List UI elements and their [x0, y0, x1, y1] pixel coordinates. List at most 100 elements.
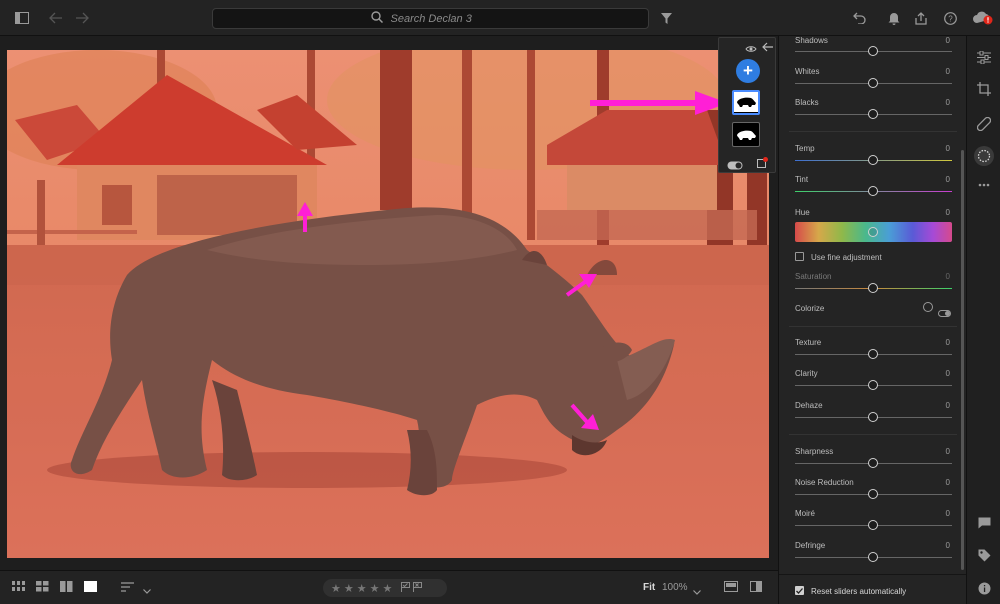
healing-icon[interactable]: [975, 115, 993, 133]
slider-thumb[interactable]: [868, 520, 878, 530]
panel-scrollbar[interactable]: [961, 150, 964, 570]
rating-control[interactable]: ★ ★ ★ ★ ★: [323, 579, 447, 597]
undo-icon[interactable]: [849, 8, 869, 28]
zoom-value[interactable]: 100%: [662, 582, 688, 593]
mask-toggle-icon[interactable]: [727, 157, 743, 175]
zoom-chevron-icon[interactable]: [693, 584, 701, 598]
collapse-arrow-icon[interactable]: [762, 39, 774, 57]
slider-thumb[interactable]: [868, 186, 878, 196]
slider-thumb[interactable]: [868, 109, 878, 119]
bottom-bar: ★ ★ ★ ★ ★ Fit 100%: [0, 570, 778, 604]
slider-value-dehaze: 0: [945, 401, 950, 410]
hue-slider[interactable]: [795, 222, 952, 242]
slider-sharpness[interactable]: [795, 458, 952, 468]
fit-label[interactable]: Fit: [643, 582, 655, 593]
slider-blacks[interactable]: [795, 109, 952, 119]
slider-value-temp: 0: [945, 144, 950, 153]
single-view-icon[interactable]: [84, 581, 97, 595]
slider-shadows[interactable]: [795, 46, 952, 56]
forward-arrow-icon[interactable]: [72, 8, 92, 28]
slider-thumb[interactable]: [868, 78, 878, 88]
edit-sliders-icon[interactable]: [975, 48, 993, 66]
slider-thumb[interactable]: [868, 458, 878, 468]
square-grid-icon[interactable]: [36, 581, 49, 595]
before-after-icon[interactable]: [724, 581, 738, 595]
cloud-sync-icon[interactable]: [970, 8, 996, 28]
slider-texture[interactable]: [795, 349, 952, 359]
search-input[interactable]: [390, 12, 491, 25]
compare-view-icon[interactable]: [60, 581, 73, 595]
slider-label-sharpness: Sharpness: [795, 447, 834, 456]
share-icon[interactable]: [911, 8, 931, 28]
slider-label-temp: Temp: [795, 144, 815, 153]
divider: [789, 434, 957, 435]
slider-defringe[interactable]: [795, 552, 952, 562]
slider-value-noise-reduction: 0: [945, 478, 950, 487]
masking-icon[interactable]: [974, 146, 994, 166]
slider-thumb[interactable]: [868, 552, 878, 562]
back-arrow-icon[interactable]: [46, 8, 66, 28]
info-icon[interactable]: [975, 579, 993, 597]
slider-clarity[interactable]: [795, 380, 952, 390]
comment-icon[interactable]: [975, 514, 993, 532]
reset-sliders-checkbox[interactable]: [795, 586, 804, 595]
grid-view-icon[interactable]: [12, 581, 25, 595]
new-mask-icon[interactable]: [757, 155, 768, 173]
slider-tint[interactable]: [795, 186, 952, 196]
mask-thumb-2[interactable]: [732, 122, 760, 147]
photo-preview[interactable]: [7, 50, 769, 558]
colorize-swatch[interactable]: [923, 302, 933, 312]
star-icon[interactable]: ★: [370, 582, 380, 595]
star-icon[interactable]: ★: [331, 582, 341, 595]
slider-value-hue: 0: [945, 208, 950, 217]
star-icon[interactable]: ★: [344, 582, 354, 595]
slider-whites[interactable]: [795, 78, 952, 88]
divider: [789, 326, 957, 327]
slider-label-moire: Moiré: [795, 509, 816, 518]
eye-icon[interactable]: [745, 40, 757, 58]
slider-thumb[interactable]: [868, 489, 878, 499]
tool-strip: [966, 36, 1000, 604]
slider-label-saturation: Saturation: [795, 272, 832, 281]
search-icon: [370, 10, 383, 28]
slider-thumb[interactable]: [868, 46, 878, 56]
colorize-toggle[interactable]: [938, 304, 951, 322]
slider-value-shadows: 0: [945, 36, 950, 45]
slider-moire[interactable]: [795, 520, 952, 530]
mask-thumb-1[interactable]: [732, 90, 760, 115]
star-icon[interactable]: ★: [357, 582, 367, 595]
slider-thumb[interactable]: [868, 380, 878, 390]
slider-thumb[interactable]: [868, 227, 878, 237]
help-icon[interactable]: ?: [940, 8, 960, 28]
slider-label-whites: Whites: [795, 67, 820, 76]
filter-icon[interactable]: [656, 8, 676, 28]
fine-adjustment-checkbox[interactable]: [795, 252, 804, 261]
crop-icon[interactable]: [975, 80, 993, 98]
slider-saturation[interactable]: [795, 283, 952, 293]
bell-icon[interactable]: [884, 8, 904, 28]
slider-dehaze[interactable]: [795, 412, 952, 422]
star-icon[interactable]: ★: [383, 582, 393, 595]
more-icon[interactable]: [975, 176, 993, 194]
slider-value-clarity: 0: [945, 369, 950, 378]
slider-thumb[interactable]: [868, 349, 878, 359]
slider-temp[interactable]: [795, 155, 952, 165]
annotation-arrow: [590, 91, 728, 115]
reject-flag-icon[interactable]: [413, 581, 423, 595]
slider-value-sharpness: 0: [945, 447, 950, 456]
chevron-down-icon[interactable]: [143, 583, 151, 597]
add-mask-button[interactable]: +: [736, 59, 760, 83]
slider-thumb[interactable]: [868, 283, 878, 293]
search-box[interactable]: [212, 8, 649, 29]
slider-thumb[interactable]: [868, 412, 878, 422]
slider-thumb[interactable]: [868, 155, 878, 165]
tag-icon[interactable]: [975, 546, 993, 564]
slider-value-saturation: 0: [945, 272, 950, 281]
sort-icon[interactable]: [121, 581, 134, 595]
edit-panel: Shadows 0 Whites 0 Blacks 0 Temp 0 Tint …: [778, 36, 967, 604]
panel-toggle-icon[interactable]: [12, 8, 32, 28]
svg-text:?: ?: [948, 14, 953, 23]
flag-icon[interactable]: [401, 581, 411, 595]
slider-noise-reduction[interactable]: [795, 489, 952, 499]
split-view-icon[interactable]: [750, 581, 762, 595]
